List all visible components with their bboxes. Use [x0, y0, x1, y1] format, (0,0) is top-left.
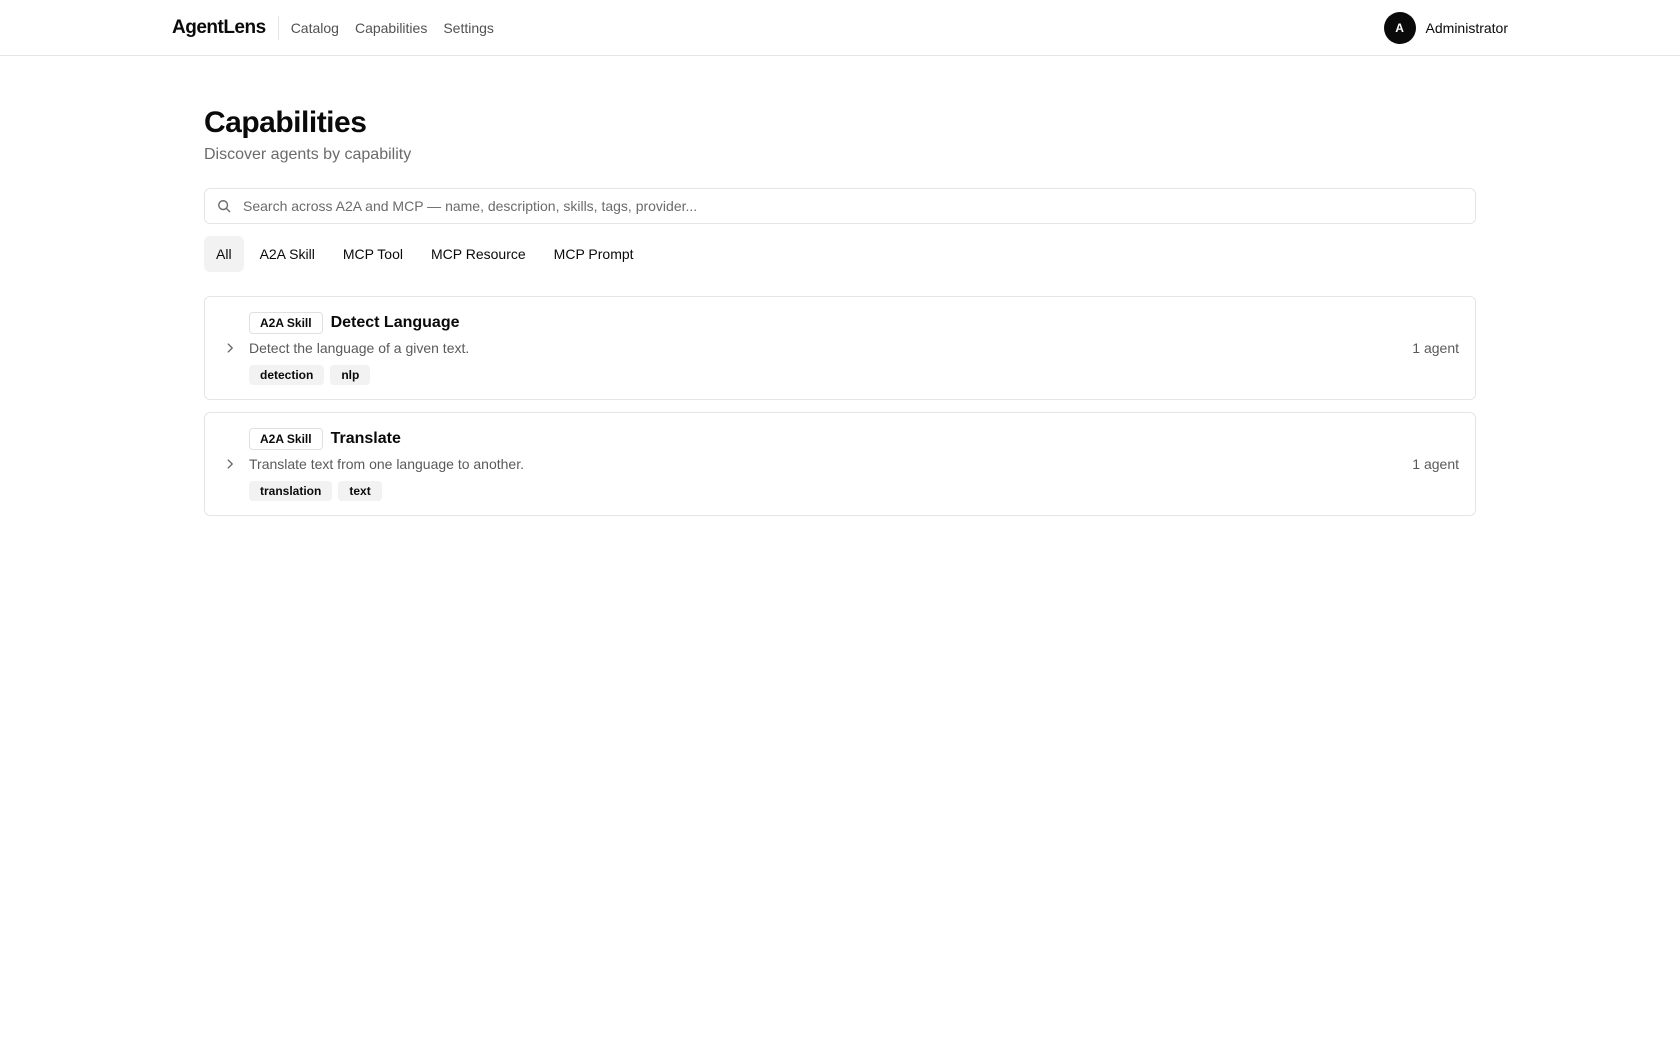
- tag: detection: [249, 364, 325, 385]
- brand-logo[interactable]: AgentLens: [172, 17, 266, 39]
- capability-list: A2A Skill Detect Language Detect the lan…: [204, 296, 1476, 516]
- capability-description: Translate text from one language to anot…: [249, 455, 524, 472]
- filter-a2a-skill[interactable]: A2A Skill: [248, 236, 327, 272]
- capability-card-header: A2A Skill Translate: [249, 427, 1412, 450]
- chevron-right-icon[interactable]: [223, 457, 237, 471]
- agent-count: 1 agent: [1412, 456, 1459, 472]
- user-menu[interactable]: A Administrator: [1383, 11, 1508, 44]
- capability-card-body: A2A Skill Detect Language Detect the lan…: [249, 311, 1412, 385]
- avatar: A: [1383, 11, 1416, 44]
- capability-card-header: A2A Skill Detect Language: [249, 311, 1412, 334]
- agent-count: 1 agent: [1412, 340, 1459, 356]
- user-name: Administrator: [1425, 19, 1508, 36]
- nav-catalog[interactable]: Catalog: [291, 20, 339, 36]
- page-subtitle: Discover agents by capability: [204, 146, 412, 163]
- tag: nlp: [330, 364, 371, 385]
- brand-divider: [277, 15, 279, 40]
- filter-mcp-resource[interactable]: MCP Resource: [419, 236, 538, 272]
- capability-type-badge: A2A Skill: [249, 427, 323, 450]
- main-nav: Catalog Capabilities Settings: [291, 20, 494, 36]
- capability-tags: translation text: [249, 480, 1412, 501]
- main-content: Capabilities Discover agents by capabili…: [204, 56, 1476, 516]
- filter-all[interactable]: All: [204, 236, 244, 272]
- page-title: Capabilities: [204, 106, 367, 139]
- capability-card-detect-language[interactable]: A2A Skill Detect Language Detect the lan…: [204, 296, 1476, 400]
- chevron-right-icon[interactable]: [223, 341, 237, 355]
- search-input[interactable]: [241, 197, 1463, 215]
- filter-mcp-tool[interactable]: MCP Tool: [331, 236, 415, 272]
- capability-type-badge: A2A Skill: [249, 311, 323, 334]
- top-bar: AgentLens Catalog Capabilities Settings …: [0, 0, 1680, 56]
- capability-card-translate[interactable]: A2A Skill Translate Translate text from …: [204, 412, 1476, 516]
- capability-name: Detect Language: [330, 313, 460, 331]
- capability-card-body: A2A Skill Translate Translate text from …: [249, 427, 1412, 501]
- search-icon: [218, 200, 231, 213]
- type-filter-tabs: All A2A Skill MCP Tool MCP Resource MCP …: [204, 236, 1476, 272]
- nav-settings[interactable]: Settings: [443, 20, 494, 36]
- tag: text: [338, 480, 382, 501]
- filter-mcp-prompt[interactable]: MCP Prompt: [542, 236, 646, 272]
- search-box[interactable]: [204, 188, 1476, 224]
- capability-tags: detection nlp: [249, 364, 1412, 385]
- capability-name: Translate: [330, 429, 401, 447]
- nav-capabilities[interactable]: Capabilities: [355, 20, 427, 36]
- capability-description: Detect the language of a given text.: [249, 339, 470, 356]
- tag: translation: [249, 480, 333, 501]
